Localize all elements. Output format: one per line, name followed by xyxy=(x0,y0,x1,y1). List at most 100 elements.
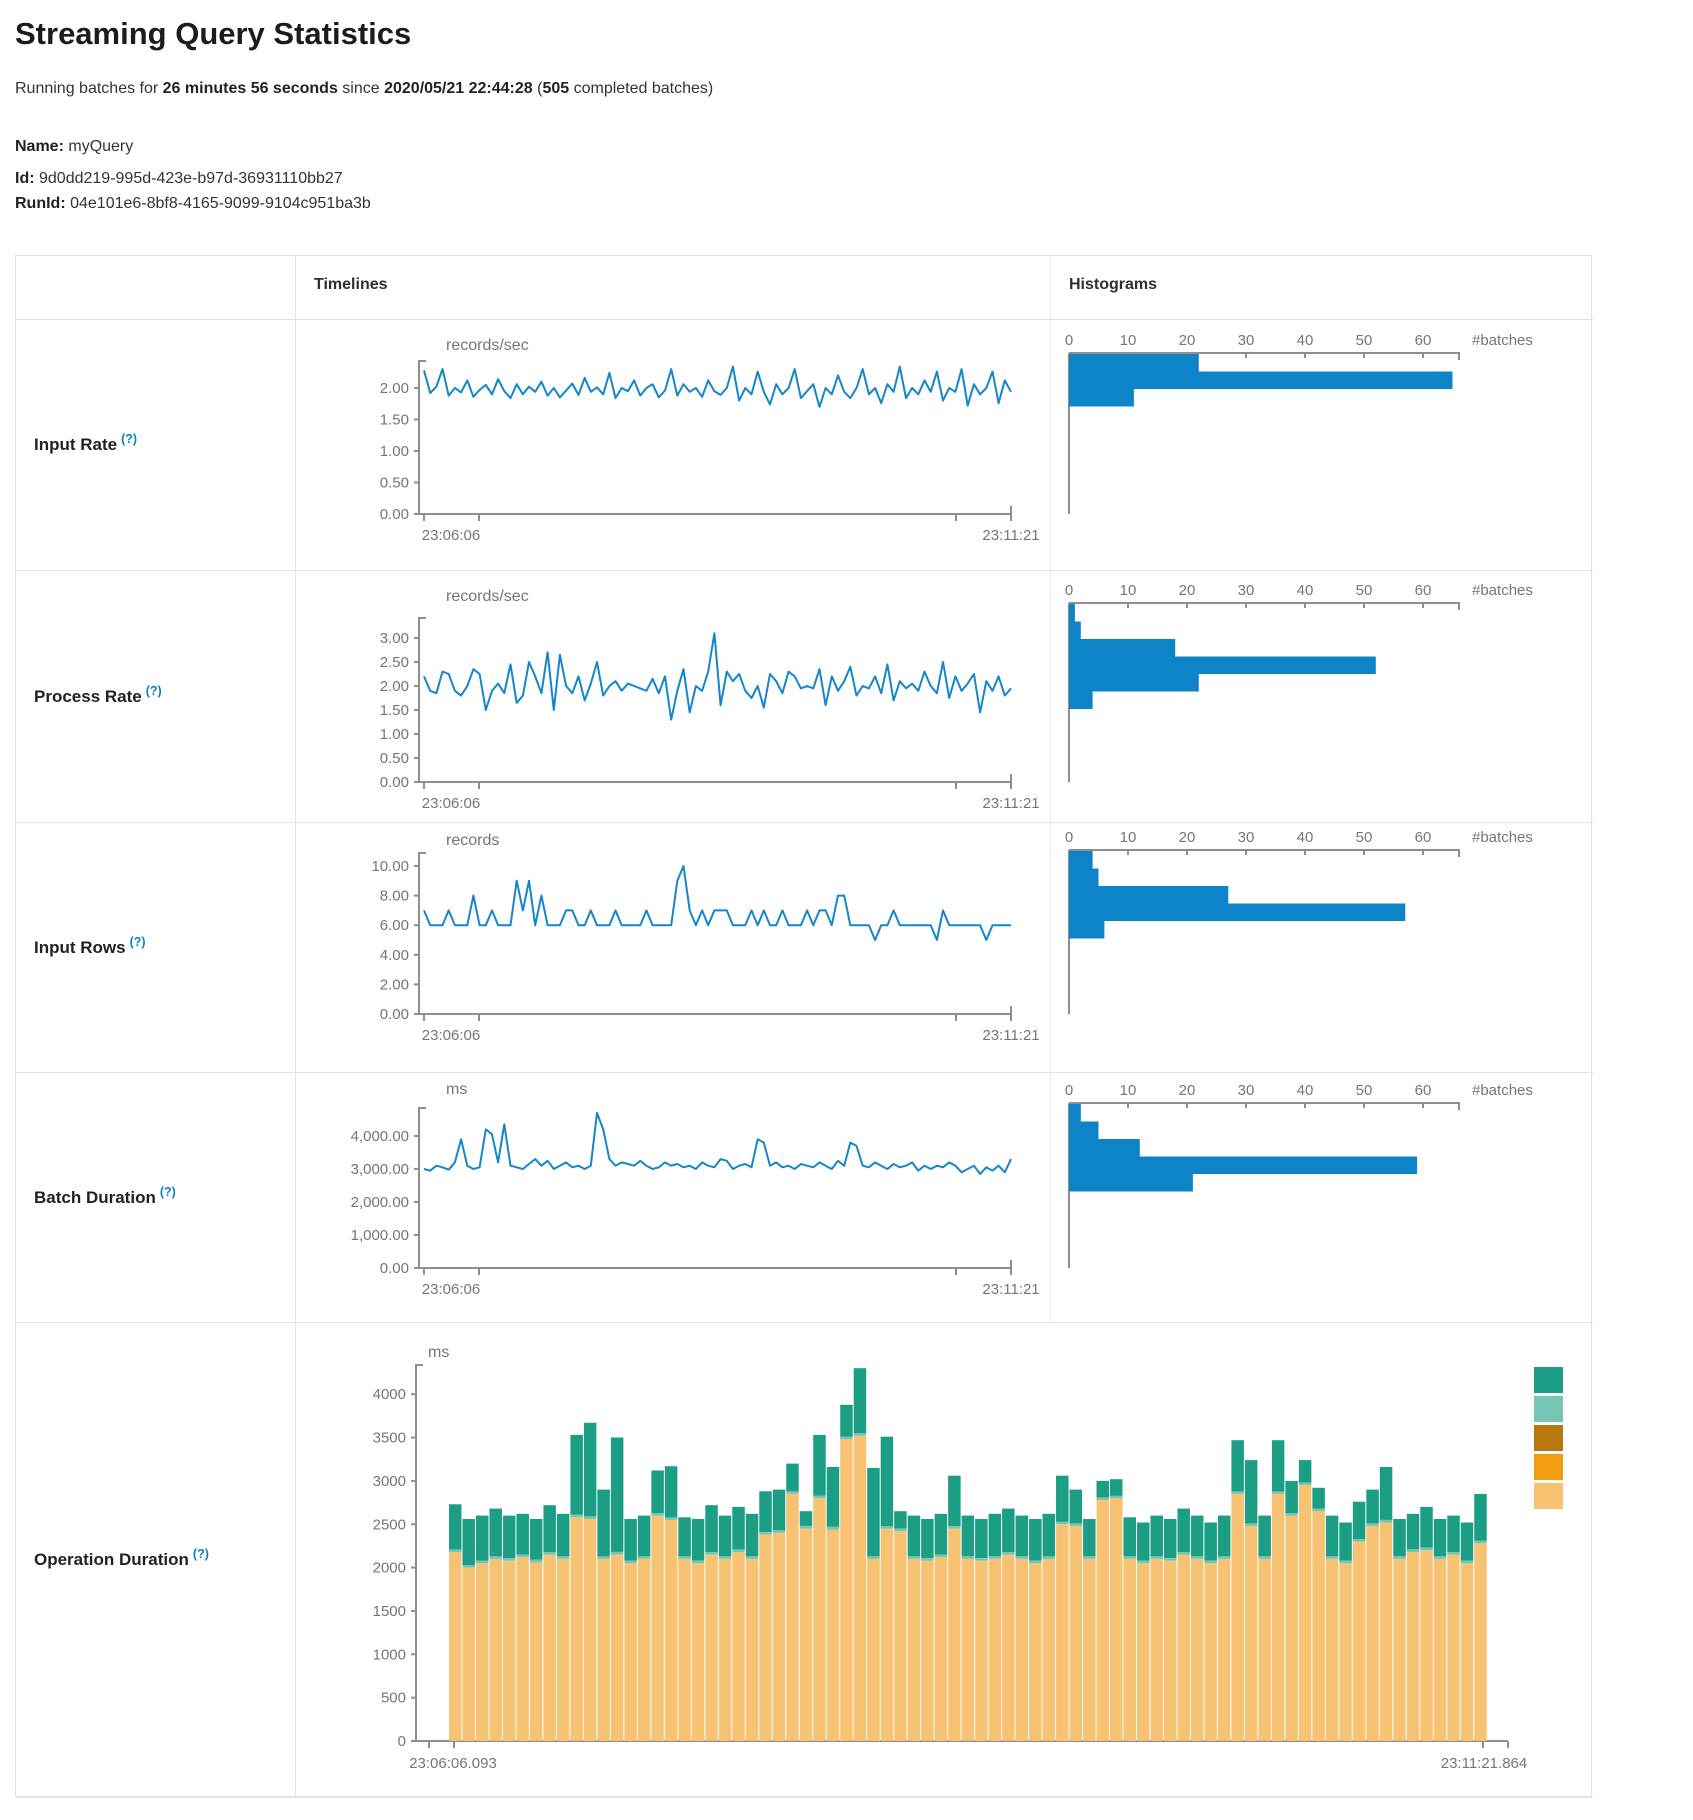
svg-text:10: 10 xyxy=(1120,1082,1137,1099)
svg-text:30: 30 xyxy=(1238,829,1255,846)
batch-duration-histogram-cell: 0102030405060#batches xyxy=(1051,1073,1593,1323)
input-rate-help-icon[interactable]: (?) xyxy=(121,432,137,446)
row-label-operation-duration: Operation Duration(?) xyxy=(16,1323,296,1798)
column-header-timelines: Timelines xyxy=(296,256,1051,320)
svg-text:0: 0 xyxy=(1065,829,1073,846)
svg-text:#batches: #batches xyxy=(1472,1082,1533,1099)
svg-text:ms: ms xyxy=(446,1081,467,1098)
svg-text:1000: 1000 xyxy=(373,1646,406,1663)
running-duration: 26 minutes 56 seconds xyxy=(163,80,338,97)
svg-text:30: 30 xyxy=(1238,332,1255,349)
svg-text:50: 50 xyxy=(1356,1082,1373,1099)
svg-text:23:06:06.093: 23:06:06.093 xyxy=(409,1755,497,1772)
svg-text:#batches: #batches xyxy=(1472,829,1533,846)
svg-text:1500: 1500 xyxy=(373,1603,406,1620)
svg-text:10: 10 xyxy=(1120,332,1137,349)
svg-text:23:06:06: 23:06:06 xyxy=(422,795,480,812)
operation-duration-chart: ms4000350030002500200015001000500023:06:… xyxy=(296,1323,1593,1798)
column-header-empty xyxy=(16,256,296,320)
query-id-value: 9d0dd219-995d-423e-b97d-36931110bb27 xyxy=(39,170,343,187)
svg-text:3,000.00: 3,000.00 xyxy=(351,1161,409,1178)
svg-text:10.00: 10.00 xyxy=(371,858,409,875)
svg-text:60: 60 xyxy=(1415,829,1432,846)
process-rate-help-icon[interactable]: (?) xyxy=(146,684,162,698)
row-label-input-rows: Input Rows(?) xyxy=(16,823,296,1073)
svg-text:0.00: 0.00 xyxy=(380,506,409,523)
subtitle-mid: since xyxy=(338,80,384,97)
svg-text:2.00: 2.00 xyxy=(380,976,409,993)
process-rate-histogram-cell: 0102030405060#batches xyxy=(1051,571,1593,823)
svg-text:0: 0 xyxy=(1065,332,1073,349)
svg-text:2.00: 2.00 xyxy=(380,678,409,695)
subtitle-suffix: completed batches) xyxy=(569,80,713,97)
svg-text:records/sec: records/sec xyxy=(446,337,529,354)
svg-text:4000: 4000 xyxy=(373,1386,406,1403)
svg-text:0.50: 0.50 xyxy=(380,475,409,492)
query-name-row: Name: myQuery xyxy=(15,138,133,156)
svg-text:50: 50 xyxy=(1356,582,1373,599)
subtitle-prefix: Running batches for xyxy=(15,80,163,97)
svg-text:2000: 2000 xyxy=(373,1560,406,1577)
row-label-process-rate: Process Rate(?) xyxy=(16,571,296,823)
row-label-input-rate: Input Rate(?) xyxy=(16,320,296,571)
svg-text:23:11:21: 23:11:21 xyxy=(982,795,1039,812)
query-runid-value: 04e101e6-8bf8-4165-9099-9104c951ba3b xyxy=(70,195,371,212)
svg-text:1.00: 1.00 xyxy=(380,726,409,743)
running-batches-summary: Running batches for 26 minutes 56 second… xyxy=(15,80,713,98)
subtitle-open-paren: ( xyxy=(533,80,543,97)
id-label: Id: xyxy=(15,170,35,187)
stats-table: Timelines Histograms Input Rate(?) recor… xyxy=(15,255,1592,1797)
svg-text:2.50: 2.50 xyxy=(380,654,409,671)
input-rows-timeline-chart: records10.008.006.004.002.000.0023:06:06… xyxy=(296,823,1051,1073)
input-rate-histogram-chart: 0102030405060#batches xyxy=(1051,320,1593,571)
input-rate-histogram-cell: 0102030405060#batches xyxy=(1051,320,1593,571)
svg-text:3000: 3000 xyxy=(373,1473,406,1490)
svg-text:20: 20 xyxy=(1179,332,1196,349)
svg-text:0.00: 0.00 xyxy=(380,1006,409,1023)
svg-text:4,000.00: 4,000.00 xyxy=(351,1128,409,1145)
query-id-row: Id: 9d0dd219-995d-423e-b97d-36931110bb27 xyxy=(15,170,343,188)
batch-duration-help-icon[interactable]: (?) xyxy=(160,1185,176,1199)
batch-duration-timeline-cell: ms4,000.003,000.002,000.001,000.000.0023… xyxy=(296,1073,1051,1323)
svg-text:2,000.00: 2,000.00 xyxy=(351,1194,409,1211)
input-rows-help-icon[interactable]: (?) xyxy=(130,935,146,949)
input-rows-histogram-chart: 0 10 20 30 40 50 60 #batches xyxy=(1051,823,1593,1073)
svg-text:1.00: 1.00 xyxy=(380,443,409,460)
svg-text:0: 0 xyxy=(1065,1082,1073,1099)
svg-text:40: 40 xyxy=(1297,332,1314,349)
svg-text:23:11:21: 23:11:21 xyxy=(982,527,1039,544)
name-label: Name: xyxy=(15,138,64,155)
svg-text:records: records xyxy=(446,832,499,849)
svg-text:23:06:06: 23:06:06 xyxy=(422,1027,480,1044)
svg-text:20: 20 xyxy=(1179,1082,1196,1099)
input-rate-timeline-chart: records/sec2.001.501.000.500.0023:06:062… xyxy=(296,320,1051,571)
query-runid-row: RunId: 04e101e6-8bf8-4165-9099-9104c951b… xyxy=(15,195,371,213)
svg-text:1.50: 1.50 xyxy=(380,412,409,429)
svg-text:50: 50 xyxy=(1356,829,1373,846)
svg-text:40: 40 xyxy=(1297,829,1314,846)
operation-duration-cell: ms4000350030002500200015001000500023:06:… xyxy=(296,1323,1593,1798)
svg-text:records/sec: records/sec xyxy=(446,588,529,605)
input-rate-timeline-cell: records/sec2.001.501.000.500.0023:06:062… xyxy=(296,320,1051,571)
streaming-query-statistics-page: { "header": { "title": "Streaming Query … xyxy=(0,0,1693,1820)
svg-text:60: 60 xyxy=(1415,582,1432,599)
svg-text:20: 20 xyxy=(1179,829,1196,846)
svg-text:#batches: #batches xyxy=(1472,332,1533,349)
svg-text:30: 30 xyxy=(1238,582,1255,599)
svg-text:1.50: 1.50 xyxy=(380,702,409,719)
svg-text:0.00: 0.00 xyxy=(380,774,409,791)
page-title: Streaming Query Statistics xyxy=(15,16,411,52)
svg-text:60: 60 xyxy=(1415,332,1432,349)
svg-text:1,000.00: 1,000.00 xyxy=(351,1227,409,1244)
svg-text:40: 40 xyxy=(1297,1082,1314,1099)
operation-duration-help-icon[interactable]: (?) xyxy=(193,1547,209,1561)
runid-label: RunId: xyxy=(15,195,66,212)
svg-text:6.00: 6.00 xyxy=(380,917,409,934)
process-rate-timeline-chart: records/sec3.002.502.001.501.000.500.002… xyxy=(296,571,1051,823)
start-timestamp: 2020/05/21 22:44:28 xyxy=(384,80,533,97)
svg-text:3.00: 3.00 xyxy=(380,630,409,647)
svg-text:30: 30 xyxy=(1238,1082,1255,1099)
svg-text:10: 10 xyxy=(1120,829,1137,846)
svg-text:0: 0 xyxy=(398,1733,406,1750)
query-name-value: myQuery xyxy=(68,138,133,155)
